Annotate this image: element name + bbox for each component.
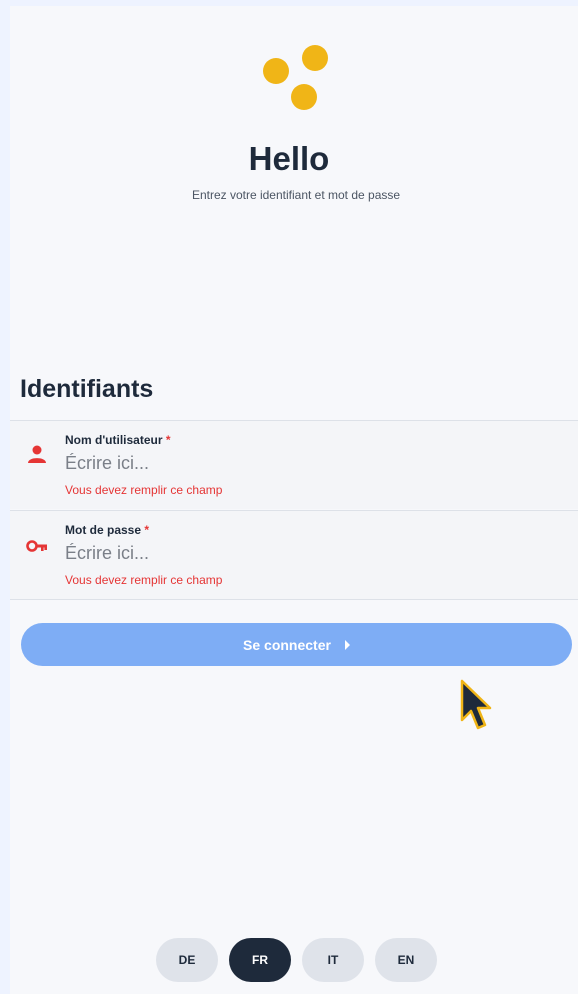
mouse-cursor-icon xyxy=(460,679,492,730)
password-label: Mot de passe * xyxy=(65,523,149,537)
required-mark: * xyxy=(144,523,150,537)
logo-dot xyxy=(263,58,289,84)
section-title: Identifiants xyxy=(20,375,154,403)
lang-de-button[interactable]: DE xyxy=(156,938,218,982)
user-icon xyxy=(28,445,46,463)
lang-en-button[interactable]: EN xyxy=(375,938,437,982)
caret-right-icon xyxy=(344,639,350,650)
username-error: Vous devez remplir ce champ xyxy=(65,483,223,497)
password-error: Vous devez remplir ce champ xyxy=(65,573,223,587)
logo-dot xyxy=(302,45,328,71)
key-icon xyxy=(26,540,47,552)
password-label-text: Mot de passe xyxy=(65,523,142,537)
lang-fr-button[interactable]: FR xyxy=(229,938,291,982)
login-button-label: Se connecter xyxy=(243,636,331,653)
required-mark: * xyxy=(165,433,171,447)
logo-dot xyxy=(291,84,317,110)
lang-it-button[interactable]: IT xyxy=(302,938,364,982)
logo xyxy=(252,40,332,115)
password-input[interactable] xyxy=(65,543,535,564)
login-button[interactable]: Se connecter xyxy=(21,623,572,666)
password-field[interactable]: Mot de passe * Vous devez remplir ce cha… xyxy=(10,510,578,600)
page-title: Hello xyxy=(248,140,330,177)
username-field[interactable]: Nom d'utilisateur * Vous devez remplir c… xyxy=(10,420,578,509)
username-label-text: Nom d'utilisateur xyxy=(65,433,163,447)
language-switcher: DE FR IT EN xyxy=(0,938,578,982)
username-label: Nom d'utilisateur * xyxy=(65,433,171,447)
page-subtitle: Entrez votre identifiant et mot de passe xyxy=(191,188,401,202)
username-input[interactable] xyxy=(65,453,535,474)
